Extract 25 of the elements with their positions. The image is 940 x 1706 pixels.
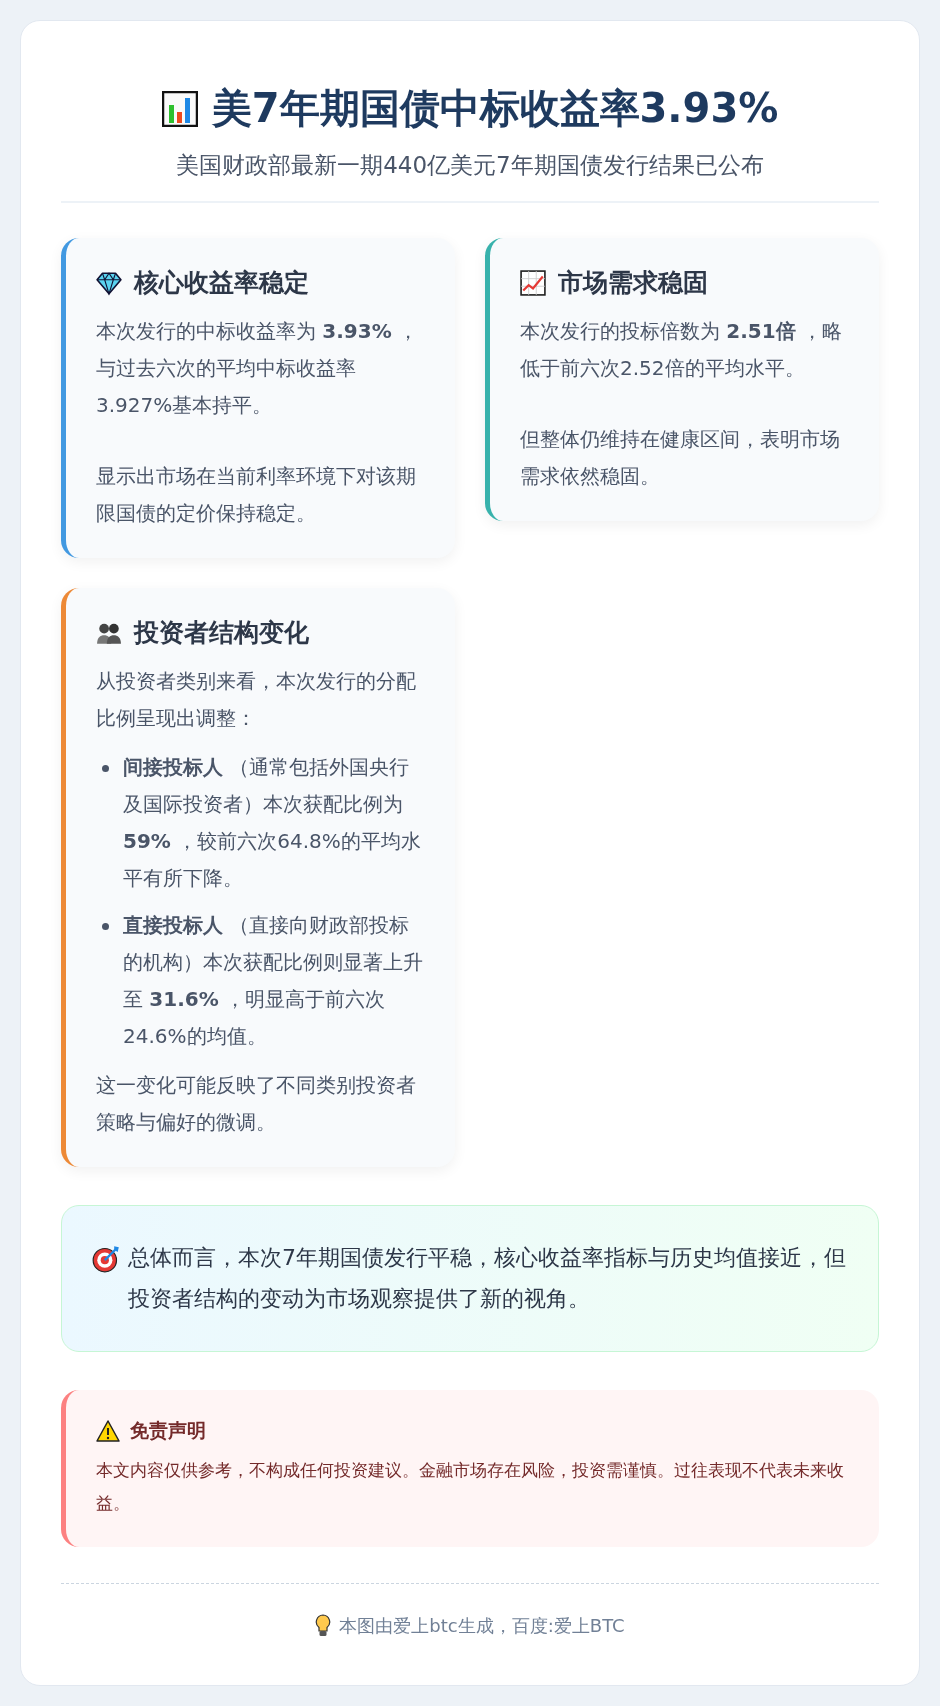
bar-chart-icon (161, 90, 198, 127)
bullet-icon (102, 765, 109, 772)
bullet-icon (102, 923, 109, 930)
card-paragraph: 显示出市场在当前利率环境下对该期限国债的定价保持稳定。 (96, 463, 417, 527)
footer-text: 本图由爱上btc生成，百度:爱上BTC (339, 1613, 625, 1638)
list-item-text: 直接投标人 （直接向财政部投标的机构）本次获配比例则显著上升至 31.6% ，明显高于前六次24.6%的均值。 (123, 912, 424, 1050)
card-title: 市场需求稳固 (558, 267, 708, 299)
card-paragraph: 本次发行的投标倍数为 2.51倍 ，略低于前六次2.52倍的平均水平。 (520, 318, 844, 382)
card-title: 投资者结构变化 (134, 617, 309, 649)
card-title: 核心收益率稳定 (134, 267, 309, 299)
card-paragraph: 本次发行的中标收益率为 3.93% ，与过去六次的平均中标收益率3.927%基本持平。 (96, 318, 420, 419)
card-paragraph: 但整体仍维持在健康区间，表明市场需求依然稳固。 (520, 426, 841, 490)
list-item-text: 间接投标人 （通常包括外国央行及国际投资者）本次获配比例为 59% ，较前六次64.8%的平均水平有所下降。 (123, 754, 422, 892)
page-title: 美7年期国债中标收益率3.93% (211, 84, 779, 133)
warning-icon (96, 1420, 120, 1443)
summary-text: 总体而言，本次7年期国债发行平稳，核心收益率指标与历史均值接近，但投资者结构的变动为市场观察提供了新的视角。 (128, 1244, 847, 1313)
rising-chart-icon (520, 269, 546, 296)
card-paragraph: 这一变化可能反映了不同类别投资者策略与偏好的微调。 (96, 1072, 417, 1136)
card-paragraph: 从投资者类别来看，本次发行的分配比例呈现出调整： (96, 668, 417, 732)
page-subtitle: 美国财政部最新一期440亿美元7年期国债发行结果已公布 (175, 151, 765, 180)
gem-icon (96, 269, 122, 296)
disclaimer-title: 免责声明 (130, 1418, 206, 1444)
light-bulb-icon (315, 1613, 332, 1638)
disclaimer-text: 本文内容仅供参考，不构成任何投资建议。金融市场存在风险，投资需谨慎。过往表现不代表未来收益。 (96, 1459, 845, 1515)
target-icon (92, 1245, 120, 1273)
